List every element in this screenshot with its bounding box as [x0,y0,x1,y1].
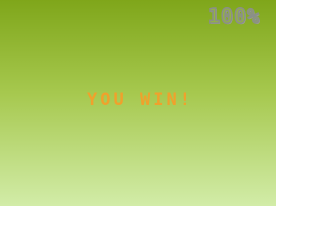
game-screen[interactable]: 100% YOU WIN! [0,0,276,206]
win-message: YOU WIN! [87,90,193,110]
progress-percent-display: 100% [208,6,261,26]
